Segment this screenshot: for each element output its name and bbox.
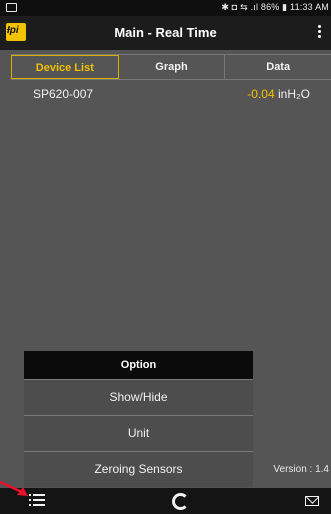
tab-graph[interactable]: Graph [119, 55, 226, 79]
tab-bar: Device List Graph Data [11, 54, 331, 80]
app-bar: Ɨpi Main - Real Time [0, 16, 331, 50]
annotation-arrow [0, 480, 28, 496]
device-unit: inH₂O [278, 87, 310, 101]
option-menu-header: Option [24, 351, 253, 379]
option-zeroing-sensors[interactable]: Zeroing Sensors [24, 451, 253, 487]
version-label: Version : 1.4 [273, 464, 329, 475]
device-value: -0.04 [247, 87, 275, 101]
phone-screen: ✱ ◘ ⇆ .ıl 86% ▮ 11:33 AM Ɨpi Main - Real… [0, 0, 331, 514]
option-show-hide[interactable]: Show/Hide [24, 379, 253, 415]
mail-icon[interactable] [305, 496, 319, 506]
tab-device-list[interactable]: Device List [11, 55, 119, 79]
option-menu: Option Show/Hide Unit Zeroing Sensors [24, 351, 253, 487]
notification-icon [6, 3, 17, 12]
refresh-icon[interactable] [172, 493, 189, 510]
tab-data[interactable]: Data [225, 55, 331, 79]
device-list-item[interactable]: SP620-007 -0.04 inH₂O [0, 80, 331, 108]
status-bar-info: ✱ ◘ ⇆ .ıl 86% ▮ 11:33 AM [221, 2, 329, 12]
option-unit[interactable]: Unit [24, 415, 253, 451]
device-name: SP620-007 [33, 87, 94, 101]
more-vert-icon[interactable] [318, 25, 322, 39]
status-bar: ✱ ◘ ⇆ .ıl 86% ▮ 11:33 AM [0, 0, 331, 16]
device-reading: -0.04 inH₂O [247, 87, 310, 101]
page-title: Main - Real Time [114, 25, 217, 40]
bottom-toolbar [0, 488, 331, 514]
